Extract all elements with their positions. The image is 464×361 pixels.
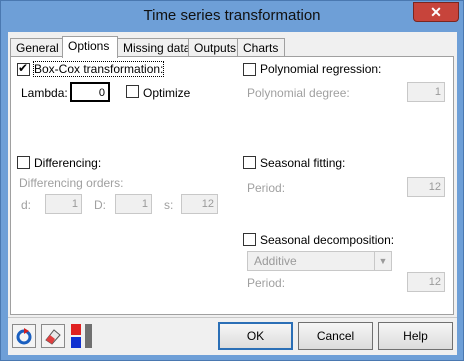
- lambda-input[interactable]: 0: [70, 82, 110, 102]
- lambda-label: Lambda:: [21, 86, 68, 100]
- tab-charts[interactable]: Charts: [237, 38, 285, 57]
- help-button[interactable]: Help: [378, 322, 453, 350]
- polynomial-degree-input[interactable]: 1: [407, 82, 445, 102]
- polynomial-regression-checkbox[interactable]: [243, 63, 256, 76]
- optimize-label[interactable]: Optimize: [143, 86, 190, 100]
- eraser-icon[interactable]: [41, 324, 65, 348]
- boxcox-checkbox[interactable]: [17, 61, 30, 76]
- decomposition-type-value: Additive: [254, 254, 297, 268]
- seasonal-fitting-period-input[interactable]: 12: [407, 177, 445, 197]
- seasonal-fitting-label[interactable]: Seasonal fitting:: [260, 156, 345, 170]
- dialog-client-area: General Options Missing data Outputs Cha…: [8, 32, 457, 355]
- seasonal-decomposition-checkbox[interactable]: [243, 233, 256, 246]
- reset-icon[interactable]: [12, 324, 36, 348]
- d-label: d:: [21, 198, 32, 212]
- seasonal-decomposition-label[interactable]: Seasonal decomposition:: [260, 233, 394, 247]
- differencing-label[interactable]: Differencing:: [34, 156, 101, 170]
- polynomial-regression-label[interactable]: Polynomial regression:: [260, 62, 381, 76]
- seasonal-fitting-period-label: Period:: [247, 181, 286, 195]
- cancel-button[interactable]: Cancel: [298, 322, 373, 350]
- dialog-window: Time series transformation ✕ General Opt…: [0, 0, 464, 361]
- tab-outputs[interactable]: Outputs: [188, 38, 238, 57]
- seasonal-d-label: D:: [94, 198, 106, 212]
- window-title: Time series transformation: [143, 7, 321, 24]
- tab-missing-data[interactable]: Missing data: [117, 38, 190, 57]
- seasonal-d-input[interactable]: 1: [115, 194, 152, 214]
- options-panel: Box-Cox transformation: Lambda: 0 Optimi…: [10, 56, 454, 315]
- decomposition-period-label: Period:: [247, 276, 286, 290]
- decomposition-type-select[interactable]: Additive ▼: [247, 251, 392, 271]
- title-bar[interactable]: Time series transformation ✕: [1, 1, 463, 32]
- d-input[interactable]: 1: [45, 194, 82, 214]
- bottom-separator: [8, 317, 457, 318]
- seasonal-fitting-checkbox[interactable]: [243, 156, 256, 169]
- polynomial-degree-label: Polynomial degree:: [247, 86, 350, 100]
- optimize-checkbox[interactable]: [126, 85, 139, 98]
- decomposition-period-input[interactable]: 12: [407, 272, 445, 292]
- s-input[interactable]: 12: [181, 194, 218, 214]
- differencing-checkbox[interactable]: [17, 156, 30, 169]
- chevron-down-icon[interactable]: ▼: [374, 252, 391, 270]
- close-button[interactable]: ✕: [413, 2, 459, 22]
- ok-button[interactable]: OK: [218, 322, 293, 350]
- boxcox-label[interactable]: Box-Cox transformation:: [32, 61, 165, 77]
- tab-general[interactable]: General: [10, 38, 63, 57]
- selection-colors-icon[interactable]: [70, 323, 98, 349]
- tab-options[interactable]: Options: [62, 36, 118, 58]
- s-label: s:: [164, 198, 174, 212]
- differencing-orders-label: Differencing orders:: [19, 176, 124, 190]
